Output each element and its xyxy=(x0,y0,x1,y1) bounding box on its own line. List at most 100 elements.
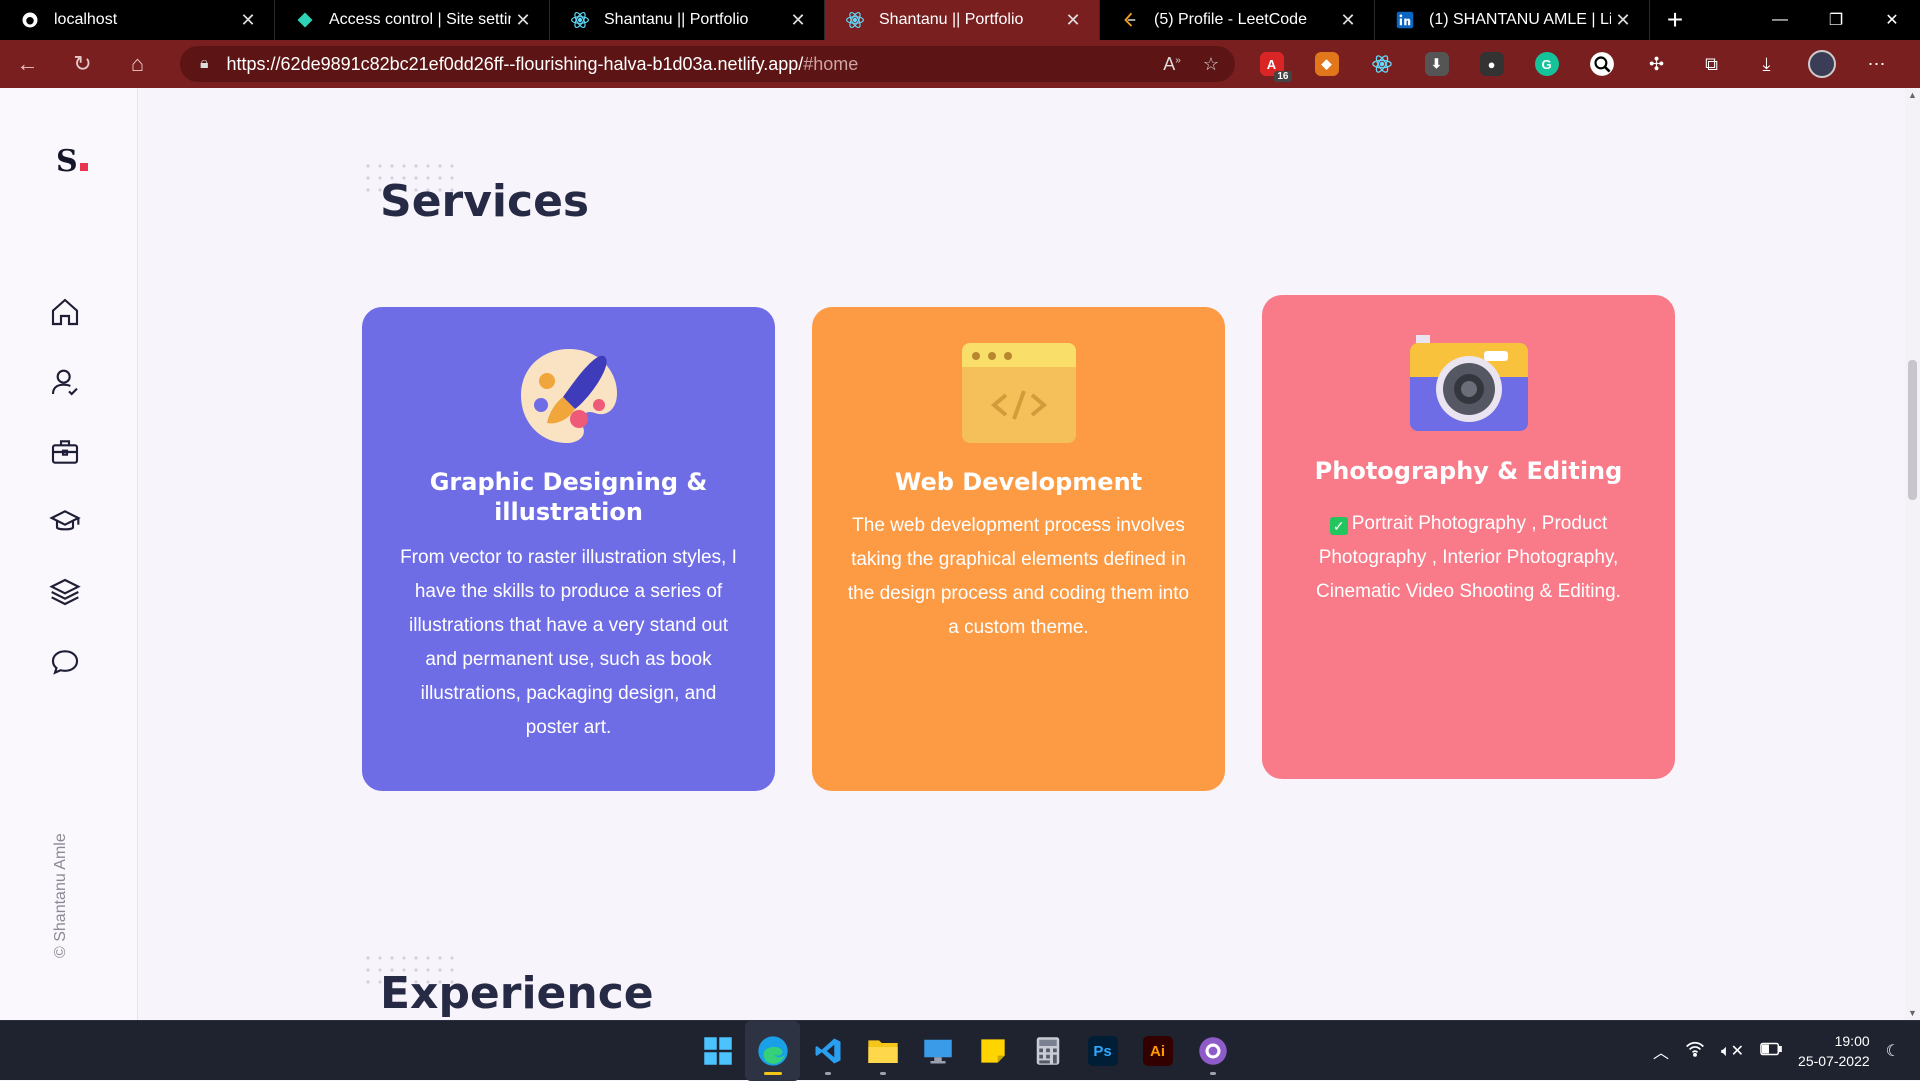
tab-portfolio-active[interactable]: Shantanu || Portfolio ✕ xyxy=(825,0,1100,40)
profile-avatar-icon[interactable] xyxy=(1794,40,1849,88)
new-tab-plus-icon[interactable]: + xyxy=(1650,0,1700,40)
site-logo[interactable]: S xyxy=(56,144,88,179)
home-icon[interactable] xyxy=(47,294,83,330)
refresh-icon[interactable]: ↻ xyxy=(55,40,110,88)
download-extension-icon[interactable]: ⬇ xyxy=(1409,40,1464,88)
linkedin-icon xyxy=(1395,10,1415,30)
tab-title: (5) Profile - LeetCode xyxy=(1154,11,1307,28)
tab-title: localhost xyxy=(54,11,118,28)
scroll-down-arrow-icon[interactable]: ▼ xyxy=(1905,1008,1920,1018)
edge-icon[interactable] xyxy=(745,1021,800,1081)
page-scrollbar[interactable]: ▲ ▼ xyxy=(1905,88,1920,1020)
extension-icon[interactable]: ● xyxy=(1464,40,1519,88)
palette-icon xyxy=(517,343,621,452)
card-description: The web development process involves tak… xyxy=(847,515,1190,638)
clock-time: 19:00 xyxy=(1834,1033,1870,1049)
add-favorite-icon[interactable]: ☆ xyxy=(1203,54,1219,75)
graduation-cap-icon[interactable] xyxy=(47,504,83,540)
sidebar: S © Shantanu Amle xyxy=(0,88,138,1020)
logo-letter: S xyxy=(56,144,78,179)
tab-close-icon[interactable]: ✕ xyxy=(1061,10,1085,31)
moon-icon[interactable]: ☾ xyxy=(1886,1041,1900,1061)
minimize-icon[interactable]: — xyxy=(1752,0,1808,40)
tab-portfolio[interactable]: Shantanu || Portfolio ✕ xyxy=(550,0,825,40)
scroll-thumb[interactable] xyxy=(1908,360,1917,500)
react-devtools-icon[interactable] xyxy=(1354,40,1409,88)
card-title: Web Development xyxy=(894,468,1143,496)
lock-icon[interactable]: 🔒︎ xyxy=(200,55,209,73)
extensions-puzzle-icon[interactable]: ✣ xyxy=(1629,40,1684,88)
file-explorer-icon[interactable] xyxy=(855,1021,910,1081)
windows-start-icon[interactable] xyxy=(690,1021,745,1081)
illustrator-icon[interactable]: Ai xyxy=(1130,1021,1185,1081)
grammarly-icon[interactable]: G xyxy=(1519,40,1574,88)
react-icon xyxy=(570,10,590,30)
back-arrow-icon[interactable]: ← xyxy=(0,40,55,88)
card-description: From vector to raster illustration style… xyxy=(400,547,737,738)
vscode-icon[interactable] xyxy=(800,1021,855,1081)
windows-taskbar: Ps Ai ︿ 🔈︎✕ 19:00 25-07-2022 ☾ xyxy=(0,1020,1920,1081)
battery-icon[interactable] xyxy=(1760,1042,1782,1061)
chevron-up-icon[interactable]: ︿ xyxy=(1653,1039,1669,1063)
more-menu-icon[interactable]: ⋯ xyxy=(1849,40,1904,88)
tab-close-icon[interactable]: ✕ xyxy=(786,10,810,31)
search-icon[interactable] xyxy=(1574,40,1629,88)
briefcase-icon[interactable] xyxy=(47,434,83,470)
github-icon xyxy=(20,10,40,30)
desktop-icon[interactable] xyxy=(910,1021,965,1081)
chat-icon[interactable] xyxy=(47,644,83,680)
copyright-credit: © Shantanu Amle xyxy=(52,833,69,958)
illustrator-label: Ai xyxy=(1142,1036,1173,1066)
tab-close-icon[interactable]: ✕ xyxy=(1336,10,1360,31)
scroll-up-arrow-icon[interactable]: ▲ xyxy=(1905,90,1920,100)
restore-icon[interactable]: ❐ xyxy=(1808,0,1864,40)
tab-linkedin[interactable]: (1) SHANTANU AMLE | Linke ✕ xyxy=(1375,0,1650,40)
tab-localhost[interactable]: localhost ✕ xyxy=(0,0,275,40)
leetcode-icon xyxy=(1120,10,1140,30)
code-window-icon xyxy=(961,343,1076,448)
card-description-text: Portrait Photography , Product Photograp… xyxy=(1316,513,1621,602)
react-icon xyxy=(845,10,865,30)
read-aloud-icon[interactable]: A» xyxy=(1163,54,1181,75)
portfolio-page: S © Shantanu Amle Services Graphic Desig… xyxy=(0,88,1905,1020)
tab-title: Access control | Site settings xyxy=(329,11,511,28)
wifi-icon[interactable] xyxy=(1685,1041,1705,1062)
card-description: ✓ Portrait Photography , Product Photogra… xyxy=(1292,507,1645,609)
clock[interactable]: 19:00 25-07-2022 xyxy=(1798,1031,1870,1071)
home-button-icon[interactable]: ⌂ xyxy=(110,40,165,88)
tab-close-icon[interactable]: ✕ xyxy=(511,10,535,31)
tab-close-icon[interactable]: ✕ xyxy=(1611,10,1635,31)
tab-leetcode[interactable]: (5) Profile - LeetCode ✕ xyxy=(1100,0,1375,40)
volume-muted-icon[interactable]: 🔈︎✕ xyxy=(1721,1041,1744,1061)
camera-icon xyxy=(1408,331,1530,438)
tab-title: Shantanu || Portfolio xyxy=(879,11,1024,28)
experience-title: Experience xyxy=(380,968,654,1019)
downloads-icon[interactable]: ⤓ xyxy=(1739,40,1794,88)
github-desktop-icon[interactable] xyxy=(1185,1021,1240,1081)
tab-title: Shantanu || Portfolio xyxy=(604,11,749,28)
window-close-icon[interactable]: ✕ xyxy=(1864,0,1920,40)
photoshop-label: Ps xyxy=(1087,1036,1118,1066)
sticky-notes-icon[interactable] xyxy=(965,1021,1020,1081)
service-card-web-development[interactable]: Web Development The web development proc… xyxy=(812,307,1225,791)
tab-close-icon[interactable]: ✕ xyxy=(236,10,260,31)
layers-icon[interactable] xyxy=(47,574,83,610)
collections-icon[interactable]: ⧉ xyxy=(1684,40,1739,88)
url-hash: #home xyxy=(803,53,859,74)
clock-date: 25-07-2022 xyxy=(1798,1053,1870,1069)
user-icon[interactable] xyxy=(47,364,83,400)
services-title: Services xyxy=(380,176,590,227)
netlify-icon xyxy=(295,10,315,30)
adblock-extension-icon[interactable]: A 16 xyxy=(1244,40,1299,88)
service-card-photography[interactable]: Photography & Editing ✓ Portrait Photogra… xyxy=(1262,295,1675,779)
running-indicator xyxy=(879,1072,886,1075)
url-host: https://62de9891c82bc21ef0dd26ff--flouri… xyxy=(226,53,804,74)
address-input[interactable]: 🔒︎ https://62de9891c82bc21ef0dd26ff--flo… xyxy=(180,46,1235,82)
tab-access-control[interactable]: Access control | Site settings ✕ xyxy=(275,0,550,40)
calculator-icon[interactable] xyxy=(1020,1021,1075,1081)
card-title: Graphic Designing & illustration xyxy=(429,468,708,526)
photoshop-icon[interactable]: Ps xyxy=(1075,1021,1130,1081)
metamask-extension-icon[interactable]: ◆ xyxy=(1299,40,1354,88)
window-controls: — ❐ ✕ xyxy=(1752,0,1920,40)
service-card-graphic-design[interactable]: Graphic Designing & illustration From ve… xyxy=(362,307,775,791)
